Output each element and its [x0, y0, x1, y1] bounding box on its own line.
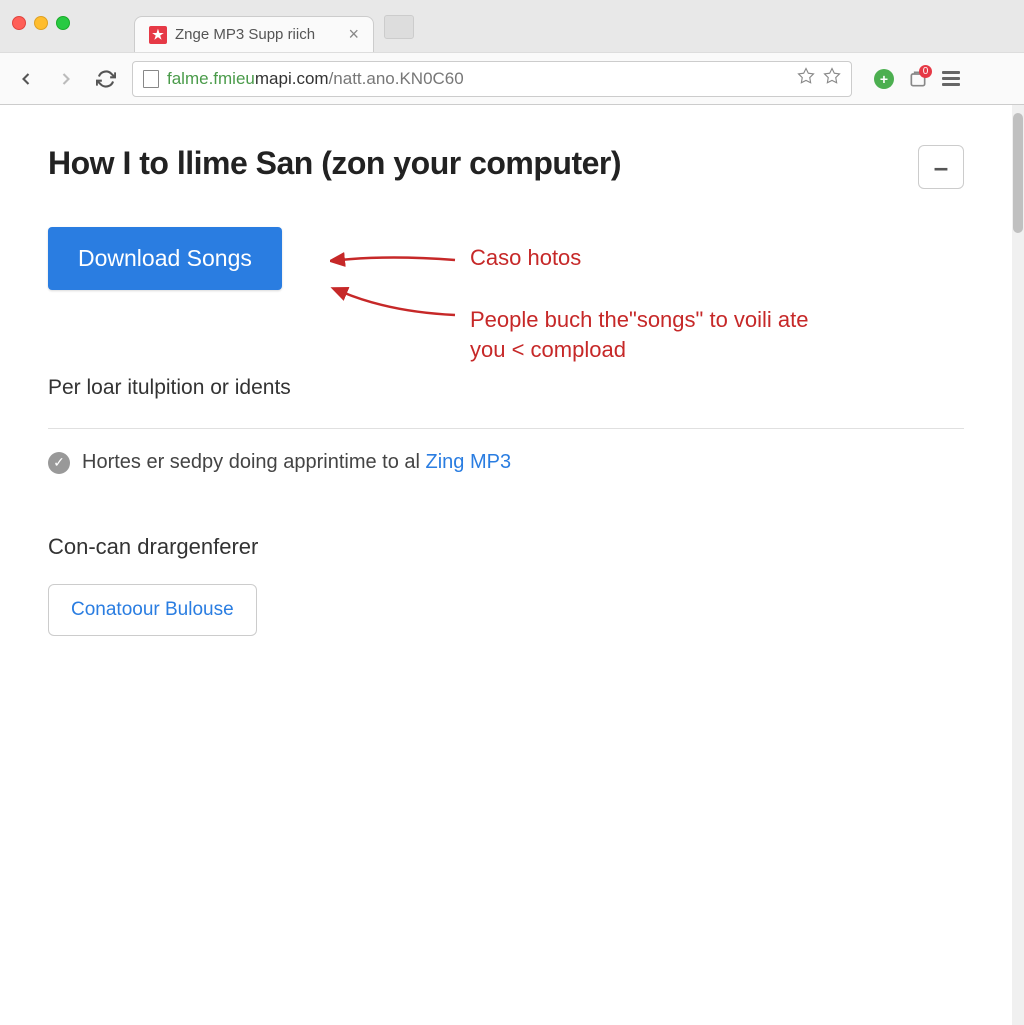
bookmark-star-icon-2[interactable] — [823, 67, 841, 90]
minimize-window-button[interactable] — [34, 16, 48, 30]
annotation-text-1: Caso hotos — [470, 245, 581, 271]
back-button[interactable] — [12, 65, 40, 93]
tab-title: Znge MP3 Supp riich — [175, 26, 315, 43]
notif-badge: 0 — [919, 65, 932, 78]
browser-chrome: ★ Znge MP3 Supp riich × falme.fmieumapi.… — [0, 0, 1024, 105]
zing-mp3-link[interactable]: Zing MP3 — [426, 451, 512, 473]
toolbar: falme.fmieumapi.com/natt.ano.KN0C60 + 0 — [0, 52, 1024, 104]
extension-icons: + 0 — [874, 69, 960, 89]
divider — [48, 428, 964, 429]
page-content: How I to llime San (zon your computer) –… — [0, 105, 1012, 676]
extension-notif-icon[interactable]: 0 — [908, 69, 928, 89]
tab-strip: ★ Znge MP3 Supp riich × — [134, 8, 414, 52]
scrollbar-thumb[interactable] — [1013, 113, 1023, 233]
tab-favicon-icon: ★ — [149, 26, 167, 44]
close-window-button[interactable] — [12, 16, 26, 30]
traffic-lights — [12, 16, 70, 30]
close-tab-icon[interactable]: × — [348, 24, 359, 45]
arrow-icon — [330, 245, 460, 275]
titlebar: ★ Znge MP3 Supp riich × — [0, 0, 1024, 52]
forward-button[interactable] — [52, 65, 80, 93]
download-songs-button[interactable]: Download Songs — [48, 227, 282, 290]
annotation-text-2: People buch the"songs" to voili ate you … — [470, 305, 850, 364]
page-title: How I to llime San (zon your computer) — [48, 145, 621, 182]
subheading-1: Per loar itulpition or idents — [48, 376, 964, 400]
browser-tab[interactable]: ★ Znge MP3 Supp riich × — [134, 16, 374, 52]
address-bar[interactable]: falme.fmieumapi.com/natt.ano.KN0C60 — [132, 61, 852, 97]
viewport: How I to llime San (zon your computer) –… — [0, 105, 1024, 1025]
collapse-button[interactable]: – — [918, 145, 964, 189]
maximize-window-button[interactable] — [56, 16, 70, 30]
add-extension-icon[interactable]: + — [874, 69, 894, 89]
reload-button[interactable] — [92, 65, 120, 93]
hamburger-menu-icon[interactable] — [942, 71, 960, 86]
check-text: Hortes er sedpy doing apprintime to al — [82, 451, 426, 473]
url-text: falme.fmieumapi.com/natt.ano.KN0C60 — [167, 69, 464, 89]
check-icon: ✓ — [48, 452, 70, 474]
subheading-2: Con-can drargenferer — [48, 534, 964, 560]
check-list-item: ✓ Hortes er sedpy doing apprintime to al… — [48, 451, 964, 474]
scrollbar-track[interactable] — [1012, 105, 1024, 1025]
arrow-icon — [330, 287, 460, 327]
new-tab-button[interactable] — [384, 15, 414, 39]
secondary-button[interactable]: Conatoour Bulouse — [48, 584, 257, 636]
page-info-icon[interactable] — [143, 70, 159, 88]
bookmark-star-icon[interactable] — [797, 67, 815, 90]
